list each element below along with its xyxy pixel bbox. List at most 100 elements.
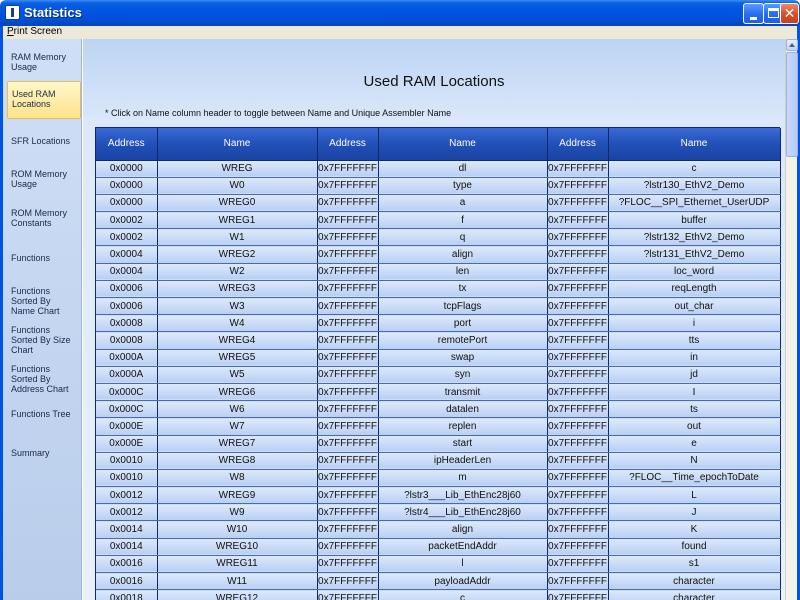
name-cell: l [378,555,548,574]
name-cell: tcpFlags [378,297,548,316]
sidebar-item-sfr-locations[interactable]: SFR Locations [7,134,81,148]
address-cell: 0x7FFFFFFF [317,486,379,505]
menu-item-print-screen[interactable]: Print Screen [7,26,62,38]
name-cell: c [608,160,781,178]
address-cell: 0x7FFFFFFF [547,245,609,264]
name-cell: WREG0 [157,194,318,213]
address-cell: 0x0014 [96,520,158,539]
close-button[interactable]: ✕ [780,3,799,24]
table-row: 0x0010 WREG8 0x7FFFFFFF ipHeaderLen 0x7FFFFF… [96,452,781,470]
column-header-name[interactable]: Name [157,128,318,161]
column-header-address[interactable]: Address [317,128,379,161]
address-cell: 0x7FFFFFFF [547,366,609,384]
name-cell: character [608,589,781,600]
window-title: Statistics [24,5,82,20]
sidebar-item-rom-memory-usage[interactable]: ROM Memory Usage [7,167,81,191]
sidebar-item-functions-by-address[interactable]: Functions Sorted By Address Chart [7,362,81,396]
name-cell: WREG2 [157,245,318,264]
name-cell: reqLength [608,280,781,299]
address-cell: 0x7FFFFFFF [317,245,379,264]
name-cell: W10 [157,520,318,539]
title-bar[interactable]: Statistics ✕ [0,0,800,26]
name-cell: out_char [608,297,781,316]
name-cell: WREG6 [157,383,318,402]
sidebar-item-functions[interactable]: Functions [7,251,81,265]
name-cell: c [378,589,548,600]
sidebar-item-functions-by-name[interactable]: Functions Sorted By Name Chart [7,284,81,318]
minimize-button[interactable] [743,3,764,24]
address-cell: 0x000E [96,417,158,436]
name-cell: packetEndAddr [378,538,548,556]
name-cell: port [378,314,548,333]
address-cell: 0x7FFFFFFF [317,469,379,488]
address-cell: 0x0004 [96,245,158,264]
address-cell: 0x7FFFFFFF [317,383,379,402]
address-cell: 0x7FFFFFFF [317,314,379,333]
table-row: 0x000C W6 0x7FFFFFFF datalen 0x7FFFFFFF ts [96,400,781,419]
table-row: 0x000C WREG6 0x7FFFFFFF transmit 0x7FFFFFFF I [96,383,781,402]
address-cell: 0x0000 [96,160,158,178]
name-cell: m [378,469,548,488]
address-cell: 0x7FFFFFFF [547,503,609,522]
table-row: 0x0006 W3 0x7FFFFFFF tcpFlags 0x7FFFFFFF out_… [96,297,781,316]
close-icon: ✕ [783,5,796,21]
sidebar-item-ram-memory-usage[interactable]: RAM Memory Usage [7,50,81,74]
column-header-address[interactable]: Address [547,128,609,161]
address-cell: 0x7FFFFFFF [547,160,609,178]
column-header-name[interactable]: Name [608,128,781,161]
address-cell: 0x0008 [96,331,158,350]
name-cell: ?lstr130_EthV2_Demo [608,177,781,195]
address-cell: 0x7FFFFFFF [317,331,379,350]
address-cell: 0x7FFFFFFF [317,297,379,316]
name-cell: s1 [608,555,781,574]
name-cell: syn [378,366,548,384]
scroll-up-button[interactable] [786,39,798,51]
table-row: 0x0018 WREG12 0x7FFFFFFF c 0x7FFFFFFF charact… [96,589,781,600]
name-cell: replen [378,417,548,436]
scroll-thumb[interactable] [786,52,798,157]
address-cell: 0x7FFFFFFF [547,452,609,470]
name-cell: ts [608,400,781,419]
table-row: 0x0004 WREG2 0x7FFFFFFF align 0x7FFFFFFF ?lst… [96,245,781,264]
address-cell: 0x0010 [96,469,158,488]
table-row: 0x000E WREG7 0x7FFFFFFF start 0x7FFFFFFF e [96,435,781,453]
address-cell: 0x7FFFFFFF [547,297,609,316]
name-cell: W3 [157,297,318,316]
name-cell: type [378,177,548,195]
address-cell: 0x7FFFFFFF [317,435,379,453]
name-cell: loc_word [608,263,781,281]
address-cell: 0x000A [96,366,158,384]
sidebar-item-rom-memory-constants[interactable]: ROM Memory Constants [7,206,81,230]
table-row: 0x0014 W10 0x7FFFFFFF align 0x7FFFFFFF K [96,520,781,539]
sidebar-item-summary[interactable]: Summary [7,446,81,460]
table-header-row: Address Name Address Name Address Name [96,128,781,161]
column-header-name[interactable]: Name [378,128,548,161]
sidebar-item-used-ram-locations[interactable]: Used RAM Locations [7,81,81,119]
app-icon [5,5,20,20]
name-cell: ?lstr131_EthV2_Demo [608,245,781,264]
vertical-scrollbar[interactable] [785,39,798,600]
address-cell: 0x7FFFFFFF [547,228,609,247]
table-row: 0x0016 WREG11 0x7FFFFFFF l 0x7FFFFFFF s1 [96,555,781,574]
sidebar: RAM Memory Usage Used RAM Locations SFR … [3,39,82,600]
table-row: 0x0000 WREG 0x7FFFFFFF dl 0x7FFFFFFF c [96,160,781,178]
name-cell: len [378,263,548,281]
name-cell: W11 [157,572,318,591]
name-cell: tts [608,331,781,350]
name-cell: WREG5 [157,349,318,367]
name-cell: N [608,452,781,470]
sidebar-item-functions-tree[interactable]: Functions Tree [7,407,81,421]
table-row: 0x0016 W11 0x7FFFFFFF payloadAddr 0x7FFFFFFF… [96,572,781,591]
name-cell: ?lstr132_EthV2_Demo [608,228,781,247]
address-cell: 0x7FFFFFFF [547,177,609,195]
name-cell: W2 [157,263,318,281]
table-row: 0x000E W7 0x7FFFFFFF replen 0x7FFFFFFF out [96,417,781,436]
address-cell: 0x000C [96,383,158,402]
sidebar-item-functions-by-size[interactable]: Functions Sorted By Size Chart [7,323,81,357]
address-cell: 0x7FFFFFFF [317,211,379,230]
column-header-address[interactable]: Address [96,128,158,161]
address-cell: 0x7FFFFFFF [547,555,609,574]
table-row: 0x0002 W1 0x7FFFFFFF q 0x7FFFFFFF ?lstr132_Et… [96,228,781,247]
name-cell: ?lstr4___Lib_EthEnc28j60 [378,503,548,522]
address-cell: 0x7FFFFFFF [317,366,379,384]
